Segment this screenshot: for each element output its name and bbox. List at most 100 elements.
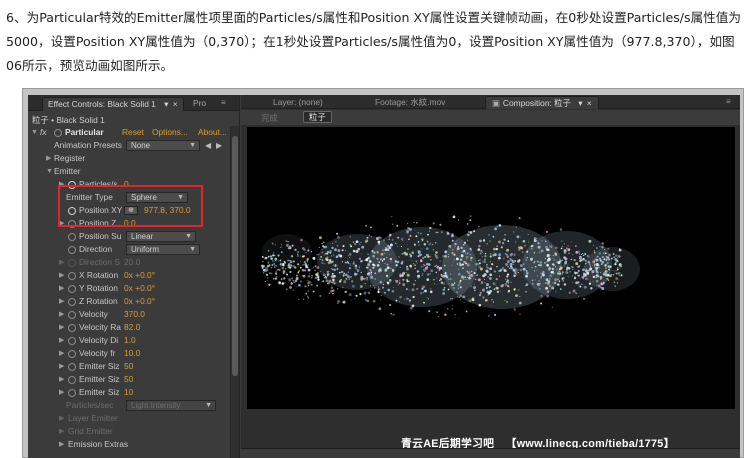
tab-project[interactable]: Pro: [188, 97, 211, 111]
twirl-triangle-icon[interactable]: ▶: [59, 347, 64, 360]
particle: [545, 286, 549, 290]
twirl-triangle-icon[interactable]: ▶: [59, 412, 64, 425]
tab-layer[interactable]: Layer: (none): [267, 96, 329, 109]
stopwatch-icon[interactable]: [68, 272, 76, 280]
twirl-triangle-icon[interactable]: ▶: [59, 438, 64, 451]
particle: [618, 263, 621, 266]
panel-menu-icon[interactable]: ≡: [221, 99, 231, 107]
particle: [517, 271, 519, 274]
twirl-triangle-icon[interactable]: ▶: [59, 373, 64, 386]
panel-menu-icon[interactable]: ≡: [726, 98, 736, 106]
close-icon[interactable]: ×: [587, 98, 592, 108]
tab-effect-controls[interactable]: Effect Controls: Black Solid 1 ▾ ×: [42, 97, 184, 111]
particle: [417, 250, 420, 253]
close-icon[interactable]: ×: [173, 99, 178, 109]
twirl-triangle-icon[interactable]: ▶: [59, 269, 64, 282]
particle: [321, 259, 324, 262]
tab-composition[interactable]: ▣ Composition: 粒子 ▾ ×: [485, 96, 599, 109]
twirl-triangle-icon[interactable]: ▶: [46, 152, 51, 165]
particle: [344, 261, 347, 264]
x-rotation-value[interactable]: 0x +0.0°: [124, 269, 155, 282]
particle: [589, 264, 591, 266]
particle: [363, 291, 367, 295]
preset-prev-icon[interactable]: ◀: [205, 139, 211, 152]
stopwatch-icon[interactable]: [68, 233, 76, 241]
fx-icon[interactable]: fx: [40, 126, 47, 139]
velocity-fr-value[interactable]: 10.0: [124, 347, 140, 360]
grid-emitter-row[interactable]: ▶ Grid Emitter: [28, 425, 228, 438]
particle: [380, 294, 382, 296]
particle: [541, 240, 543, 242]
velocity-di-value[interactable]: 1.0: [124, 334, 136, 347]
twirl-triangle-icon[interactable]: ▶: [59, 256, 64, 269]
z-rotation-value[interactable]: 0x +0.0°: [124, 295, 155, 308]
particle: [554, 281, 557, 285]
twirl-triangle-icon[interactable]: ▶: [59, 321, 64, 334]
composition-viewer[interactable]: [247, 127, 735, 409]
emitter-size-x-value[interactable]: 50: [124, 360, 133, 373]
particle: [270, 272, 273, 275]
emitter-size-z-value[interactable]: 10: [124, 386, 133, 399]
particle: [420, 232, 422, 235]
animation-presets-dropdown[interactable]: None ▼: [126, 140, 200, 151]
stopwatch-icon[interactable]: [68, 389, 76, 397]
twirl-triangle-icon[interactable]: ▶: [59, 425, 64, 438]
particle: [353, 298, 355, 300]
particle: [430, 258, 432, 261]
particle: [512, 263, 515, 265]
velocity-ra-value[interactable]: 82.0: [124, 321, 140, 334]
particle: [531, 279, 534, 282]
scrollbar-thumb[interactable]: [232, 136, 238, 376]
position-su-dropdown[interactable]: Linear ▼: [126, 231, 196, 242]
breadcrumb-current[interactable]: 粒子: [303, 111, 332, 123]
stopwatch-icon[interactable]: [68, 337, 76, 345]
twirl-triangle-icon[interactable]: ▼: [31, 126, 38, 139]
particle: [512, 231, 515, 233]
twirl-triangle-icon[interactable]: ▶: [59, 386, 64, 399]
options-link[interactable]: Options...: [152, 126, 188, 139]
breadcrumb-previous[interactable]: 完成: [261, 112, 278, 124]
emitter-row[interactable]: ▼ Emitter: [28, 165, 228, 178]
tab-footage[interactable]: Footage: 水紋.mov: [369, 96, 451, 109]
reset-link[interactable]: Reset: [122, 126, 144, 139]
preset-next-icon[interactable]: ▶: [216, 139, 222, 152]
stopwatch-icon[interactable]: [68, 311, 76, 319]
stopwatch-icon[interactable]: [68, 324, 76, 332]
effect-header-row[interactable]: ▼ fx Particular Reset Options... About..…: [28, 126, 228, 139]
particle: [525, 259, 527, 261]
particle: [382, 239, 386, 242]
twirl-triangle-icon[interactable]: ▶: [59, 308, 64, 321]
velocity-value[interactable]: 370.0: [124, 308, 145, 321]
stopwatch-icon[interactable]: [68, 350, 76, 358]
emitter-size-y-value[interactable]: 50: [124, 373, 133, 386]
layer-emitter-row[interactable]: ▶ Layer Emitter: [28, 412, 228, 425]
register-row[interactable]: ▶ Register: [28, 152, 228, 165]
twirl-triangle-icon[interactable]: ▶: [59, 334, 64, 347]
particle: [307, 274, 311, 278]
stopwatch-icon[interactable]: [68, 285, 76, 293]
stopwatch-icon[interactable]: [68, 246, 76, 254]
lock-icon[interactable]: ▣: [492, 98, 500, 108]
twirl-triangle-icon[interactable]: ▶: [59, 282, 64, 295]
particle: [332, 254, 334, 256]
direction-dropdown[interactable]: Uniform ▼: [126, 244, 200, 255]
position-su-value: Linear: [131, 232, 154, 241]
emission-extras-row[interactable]: ▶ Emission Extras: [28, 438, 228, 451]
chevron-down-icon[interactable]: ▾: [578, 98, 582, 108]
stopwatch-icon[interactable]: [68, 363, 76, 371]
particle: [406, 231, 409, 234]
particle: [298, 270, 300, 272]
about-link[interactable]: About...: [198, 126, 227, 139]
particle: [457, 219, 460, 221]
twirl-triangle-icon[interactable]: ▶: [59, 360, 64, 373]
stopwatch-icon[interactable]: [68, 376, 76, 384]
particle: [292, 260, 295, 263]
effect-controls-scrollbar[interactable]: [230, 126, 239, 458]
twirl-triangle-icon[interactable]: ▶: [59, 295, 64, 308]
y-rotation-value[interactable]: 0x +0.0°: [124, 282, 155, 295]
particles-sec-dropdown[interactable]: Light Intensity ▼: [126, 400, 216, 411]
stopwatch-icon[interactable]: [68, 298, 76, 306]
particle: [536, 275, 539, 277]
chevron-down-icon[interactable]: ▾: [164, 99, 168, 109]
twirl-triangle-icon[interactable]: ▼: [46, 165, 53, 178]
